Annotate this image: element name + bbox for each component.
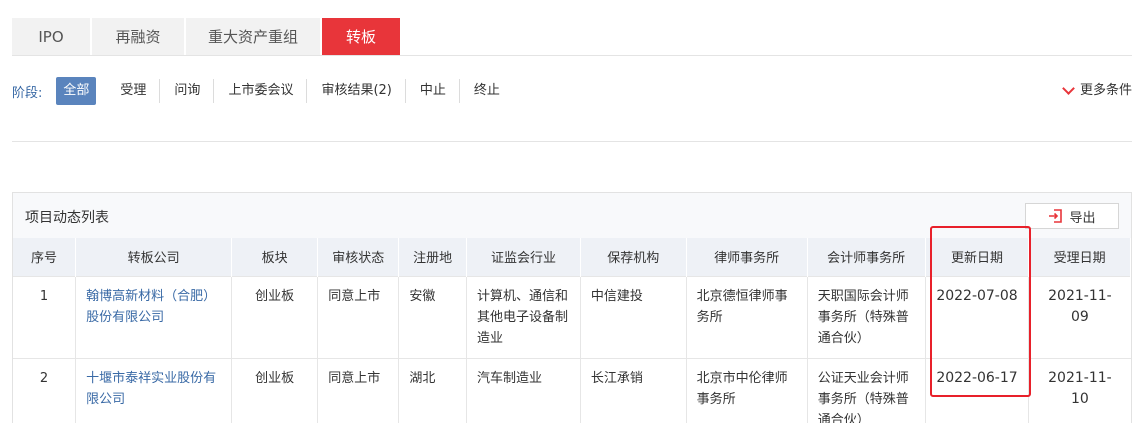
stage-inquiry[interactable]: 问询: [160, 77, 215, 105]
review-status-cell: 同意上市: [317, 357, 400, 423]
project-list-panel: 项目动态列表 导出 序号 转板公司 板块 审核状态 注册地 证监会行业 保荐机构…: [12, 192, 1132, 423]
board-cell: 创业板: [231, 357, 319, 423]
stage-review-result[interactable]: 审核结果(2): [307, 77, 407, 105]
section-divider: [12, 141, 1132, 142]
more-conditions-label: 更多条件: [1079, 83, 1132, 98]
industry-cell: 计算机、通信和其他电子设备制造业: [466, 275, 581, 358]
table-row: 1 翰博高新材料（合肥）股份有限公司 创业板 同意上市 安徽 计算机、通信和其他…: [13, 275, 1131, 358]
header-registered-place: 注册地: [398, 238, 468, 276]
accounting-firm-cell: 公证天业会计师事务所（特殊普通合伙）: [807, 357, 926, 423]
stage-listing-committee[interactable]: 上市委会议: [214, 77, 308, 105]
header-law-firm: 律师事务所: [686, 238, 808, 276]
table-header-row: 序号 转板公司 板块 审核状态 注册地 证监会行业 保荐机构 律师事务所 会计师…: [13, 238, 1131, 276]
stage-all[interactable]: 全部: [56, 77, 97, 105]
header-review-status: 审核状态: [317, 238, 400, 276]
header-board: 板块: [231, 238, 319, 276]
panel-header: 项目动态列表 导出: [13, 193, 1131, 238]
law-firm-cell: 北京市中伦律师事务所: [686, 357, 808, 423]
panel-title: 项目动态列表: [25, 210, 109, 226]
company-link[interactable]: 十堰市泰祥实业股份有限公司: [75, 357, 233, 423]
review-status-cell: 同意上市: [317, 275, 400, 358]
update-date-cell: 2022-06-17: [925, 357, 1030, 423]
export-icon: [1049, 209, 1063, 223]
registered-place-cell: 湖北: [398, 357, 468, 423]
more-conditions-button[interactable]: 更多条件: [1062, 77, 1132, 105]
header-index: 序号: [13, 238, 77, 276]
chevron-down-icon: [1062, 82, 1075, 95]
board-cell: 创业板: [231, 275, 319, 358]
sponsor-cell: 中信建投: [580, 275, 687, 358]
sponsor-cell: 长江承销: [580, 357, 687, 423]
accounting-firm-cell: 天职国际会计师事务所（特殊普通合伙）: [807, 275, 926, 358]
stage-terminated[interactable]: 终止: [460, 77, 514, 105]
tab-major-restructuring[interactable]: 重大资产重组: [186, 18, 320, 56]
stage-suspended[interactable]: 中止: [406, 77, 460, 105]
header-accounting-firm: 会计师事务所: [807, 238, 926, 276]
export-button[interactable]: 导出: [1025, 203, 1119, 229]
header-accept-date: 受理日期: [1028, 238, 1131, 276]
accept-date-cell: 2021-11-09: [1028, 275, 1131, 358]
law-firm-cell: 北京德恒律师事务所: [686, 275, 808, 358]
tab-bar: IPO 再融资 重大资产重组 转板: [12, 18, 402, 56]
stage-filter-bar: 阶段: 全部 受理 问询 上市委会议 审核结果(2) 中止 终止 更多条件: [12, 77, 1132, 105]
stage-filter-label: 阶段:: [12, 85, 43, 101]
project-table: 序号 转板公司 板块 审核状态 注册地 证监会行业 保荐机构 律师事务所 会计师…: [13, 238, 1131, 423]
header-update-date: 更新日期: [925, 238, 1030, 276]
export-label: 导出: [1069, 210, 1096, 226]
table-row: 2 十堰市泰祥实业股份有限公司 创业板 同意上市 湖北 汽车制造业 长江承销 北…: [13, 357, 1131, 423]
update-date-cell: 2022-07-08: [925, 275, 1030, 358]
tab-refinancing[interactable]: 再融资: [92, 18, 184, 56]
tab-board-transfer[interactable]: 转板: [322, 18, 400, 56]
industry-cell: 汽车制造业: [466, 357, 581, 423]
row-index: 1: [13, 275, 77, 358]
header-company: 转板公司: [75, 238, 233, 276]
header-sponsor: 保荐机构: [580, 238, 687, 276]
tab-ipo[interactable]: IPO: [12, 18, 90, 56]
stage-accepted[interactable]: 受理: [106, 77, 161, 105]
company-link[interactable]: 翰博高新材料（合肥）股份有限公司: [75, 275, 233, 358]
row-index: 2: [13, 357, 77, 423]
registered-place-cell: 安徽: [398, 275, 468, 358]
header-csrc-industry: 证监会行业: [466, 238, 581, 276]
accept-date-cell: 2021-11-10: [1028, 357, 1131, 423]
tabs-divider: [12, 55, 1132, 56]
